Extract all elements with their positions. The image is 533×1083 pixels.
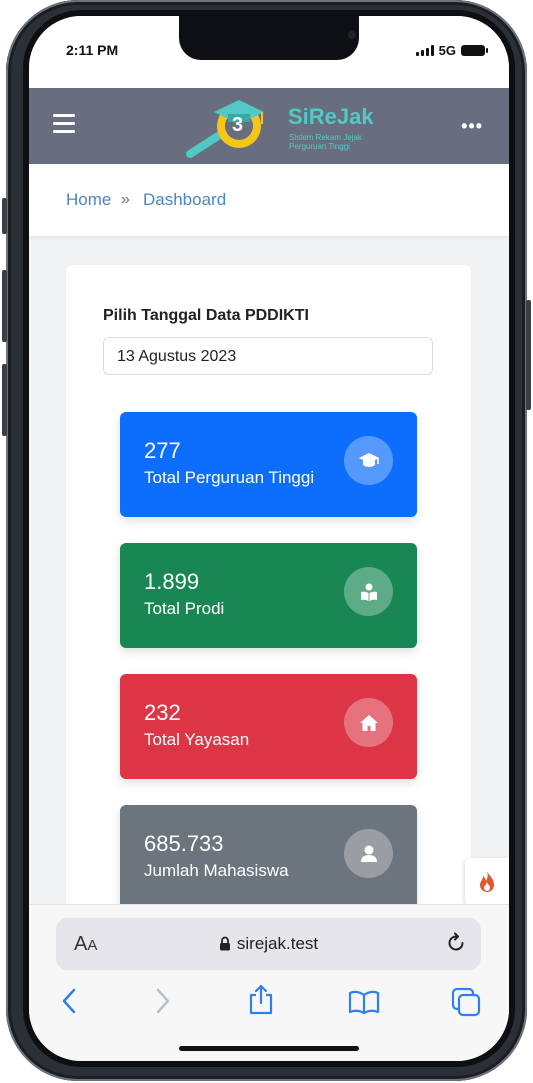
stat-card-mahasiswa[interactable]: 685.733 Jumlah Mahasiswa — [120, 805, 417, 910]
date-picker-label: Pilih Tanggal Data PDDIKTI — [103, 307, 309, 324]
bookmarks-icon[interactable] — [348, 989, 380, 1020]
user-icon — [344, 829, 393, 878]
date-picker-input[interactable]: 13 Agustus 2023 — [103, 337, 433, 375]
stat-value: 232 — [144, 700, 181, 725]
dashboard-card: Pilih Tanggal Data PDDIKTI 13 Agustus 20… — [66, 265, 471, 925]
mute-switch — [2, 198, 7, 234]
stat-value: 685.733 — [144, 831, 224, 856]
reload-icon[interactable] — [445, 932, 467, 959]
breadcrumb: Home » Dashboard — [29, 164, 509, 236]
top-navbar: 3 SiReJak Sistem Rekam Jejak Perguruan T… — [29, 88, 509, 164]
url-display: sirejak.test — [56, 934, 481, 954]
logo-title: SiReJak — [288, 104, 374, 129]
stat-label: Total Perguruan Tinggi — [144, 468, 315, 487]
notch — [179, 16, 359, 60]
volume-down-button — [2, 364, 7, 436]
stat-card-prodi[interactable]: 1.899 Total Prodi — [120, 543, 417, 648]
share-icon[interactable] — [248, 983, 274, 1020]
home-icon — [344, 698, 393, 747]
status-bar: 2:11 PM 5G — [29, 16, 509, 88]
status-indicators: 5G — [415, 43, 488, 58]
tabs-icon[interactable] — [451, 987, 481, 1022]
breadcrumb-dashboard-link[interactable]: Dashboard — [143, 190, 226, 210]
battery-icon — [461, 45, 488, 56]
breadcrumb-home-link[interactable]: Home — [66, 190, 111, 210]
stat-label: Total Prodi — [144, 599, 225, 618]
menu-toggle-button[interactable] — [53, 114, 75, 134]
browser-bottom-bar: AA sirejak.test — [29, 904, 509, 1061]
logo-subtitle-line1: Sistem Rekam Jejak — [289, 133, 362, 142]
forward-icon[interactable] — [155, 988, 171, 1019]
signal-icon — [415, 45, 434, 56]
stat-card-yayasan[interactable]: 232 Total Yayasan — [120, 674, 417, 779]
logo-subtitle: Sistem Rekam Jejak Perguruan Tinggi — [289, 133, 362, 151]
camera-icon — [345, 28, 359, 42]
graduation-cap-icon — [344, 436, 393, 485]
status-time: 2:11 PM — [66, 42, 119, 58]
power-button — [526, 300, 531, 410]
back-icon[interactable] — [61, 988, 77, 1019]
stat-label: Total Yayasan — [144, 730, 250, 749]
lock-icon — [219, 936, 230, 951]
home-indicator — [179, 1046, 359, 1051]
flame-icon[interactable] — [465, 858, 509, 906]
logo-subtitle-line2: Perguruan Tinggi — [289, 142, 350, 151]
volume-up-button — [2, 270, 7, 342]
stat-label: Jumlah Mahasiswa — [144, 861, 289, 880]
stat-card-perguruan-tinggi[interactable]: 277 Total Perguruan Tinggi — [120, 412, 417, 517]
more-options-icon[interactable]: ••• — [461, 116, 483, 137]
stat-value: 1.899 — [144, 569, 200, 594]
stat-value: 277 — [144, 438, 181, 463]
phone-screen: 2:11 PM 5G 3 SiReJak Sistem Rekam Jejak … — [29, 16, 509, 1061]
breadcrumb-separator: » — [121, 191, 130, 208]
app-logo[interactable]: 3 SiReJak Sistem Rekam Jejak Perguruan T… — [184, 98, 394, 158]
logo-badge: 3 — [232, 114, 244, 136]
reader-icon — [344, 567, 393, 616]
address-bar[interactable]: AA sirejak.test — [56, 918, 481, 970]
network-type: 5G — [438, 43, 456, 58]
url-text: sirejak.test — [236, 934, 319, 953]
